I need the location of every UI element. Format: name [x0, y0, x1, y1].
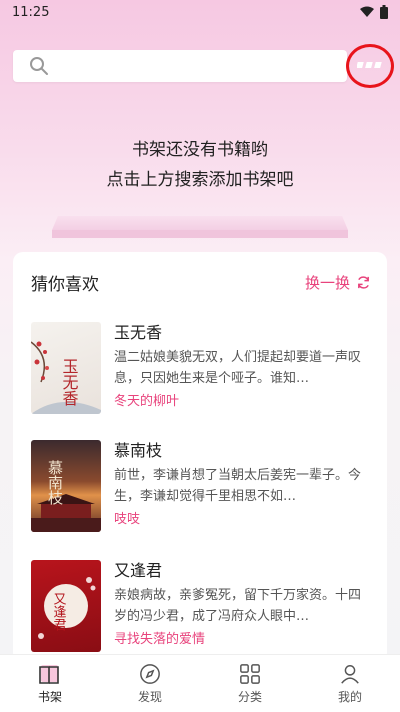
empty-line-2: 点击上方搜索添加书架吧	[106, 170, 294, 190]
book-item[interactable]: 又逢君 又逢君 亲娘病故，亲爹冤死，留下千万家资。十四岁的冯少君，成了冯府众人眼…	[31, 560, 371, 654]
wifi-icon	[360, 6, 374, 17]
book-description: 亲娘病故，亲爹冤死，留下千万家资。十四岁的冯少君，成了冯府众人眼中…	[114, 588, 362, 624]
tab-label: 发现	[137, 689, 162, 704]
tab-label: 我的	[337, 689, 362, 704]
tab-discover[interactable]: 发现	[100, 655, 200, 712]
shelf-illustration	[52, 216, 348, 238]
cover-title: 又逢君	[51, 592, 67, 631]
refresh-button[interactable]: 换一换	[305, 272, 371, 293]
tab-bookshelf[interactable]: 书架	[0, 655, 100, 712]
status-icons	[360, 5, 388, 19]
cover-title: 玉无香	[60, 358, 79, 406]
bottom-tab-bar: 书架 发现 分类 我的	[0, 654, 400, 712]
recommend-card: 猜你喜欢 换一换 玉无香 玉无香 温二姑娘美貌无双，人们提起却要道一声叹息，只因…	[13, 252, 387, 662]
book-title: 慕南枝	[114, 441, 163, 460]
book-author: 冬天的柳叶	[114, 394, 180, 409]
refresh-label: 换一换	[304, 274, 350, 292]
highlight-circle	[346, 44, 394, 88]
cover-art: 慕南枝	[31, 460, 101, 532]
compass-icon	[140, 663, 160, 684]
grid-icon	[240, 663, 260, 684]
book-title: 玉无香	[114, 323, 163, 342]
recommend-header: 猜你喜欢 换一换	[31, 270, 371, 295]
status-time: 11:25	[12, 4, 50, 20]
status-bar: 11:25	[0, 0, 400, 24]
shelf-top	[52, 216, 348, 230]
tab-label: 分类	[237, 689, 262, 704]
search-bar[interactable]	[13, 50, 347, 82]
tab-category[interactable]: 分类	[200, 655, 300, 712]
book-author: 吱吱	[114, 512, 141, 527]
cover-art: 玉无香	[31, 341, 101, 414]
book-item[interactable]: 玉无香 玉无香 温二姑娘美貌无双，人们提起却要道一声叹息，只因她生来是个哑子。谁…	[31, 322, 371, 416]
book-cover: 玉无香	[31, 322, 101, 414]
shelf-front	[52, 230, 348, 238]
book-title: 又逢君	[114, 561, 163, 580]
book-info: 慕南枝 前世，李谦肖想了当朝太后姜宪一辈子。今生，李谦却觉得千里相思不如… 吱吱	[114, 440, 371, 530]
empty-line-1: 书架还没有书籍哟	[132, 140, 268, 160]
recommend-title: 猜你喜欢	[31, 275, 99, 295]
book-author: 寻找失落的爱情	[114, 632, 206, 647]
cover-title: 慕南枝	[46, 460, 64, 505]
tab-label: 书架	[37, 689, 62, 704]
book-cover: 又逢君	[31, 560, 101, 652]
book-description: 温二姑娘美貌无双，人们提起却要道一声叹息，只因她生来是个哑子。谁知…	[114, 350, 362, 386]
refresh-icon	[358, 276, 369, 289]
tab-mine[interactable]: 我的	[300, 655, 400, 712]
empty-shelf-message: 书架还没有书籍哟 点击上方搜索添加书架吧	[0, 135, 400, 195]
book-info: 又逢君 亲娘病故，亲爹冤死，留下千万家资。十四岁的冯少君，成了冯府众人眼中… 寻…	[114, 560, 371, 650]
battery-icon	[380, 5, 388, 19]
book-info: 玉无香 温二姑娘美貌无双，人们提起却要道一声叹息，只因她生来是个哑子。谁知… 冬…	[114, 322, 371, 412]
book-description: 前世，李谦肖想了当朝太后姜宪一辈子。今生，李谦却觉得千里相思不如…	[114, 468, 362, 504]
user-icon	[341, 664, 359, 684]
cover-art: 又逢君	[38, 577, 96, 639]
more-button[interactable]	[346, 44, 394, 88]
book-icon	[39, 664, 59, 684]
book-item[interactable]: 慕南枝 慕南枝 前世，李谦肖想了当朝太后姜宪一辈子。今生，李谦却觉得千里相思不如…	[31, 440, 371, 534]
search-icon	[30, 57, 48, 75]
book-cover: 慕南枝	[31, 440, 101, 532]
search-input[interactable]	[59, 58, 339, 74]
